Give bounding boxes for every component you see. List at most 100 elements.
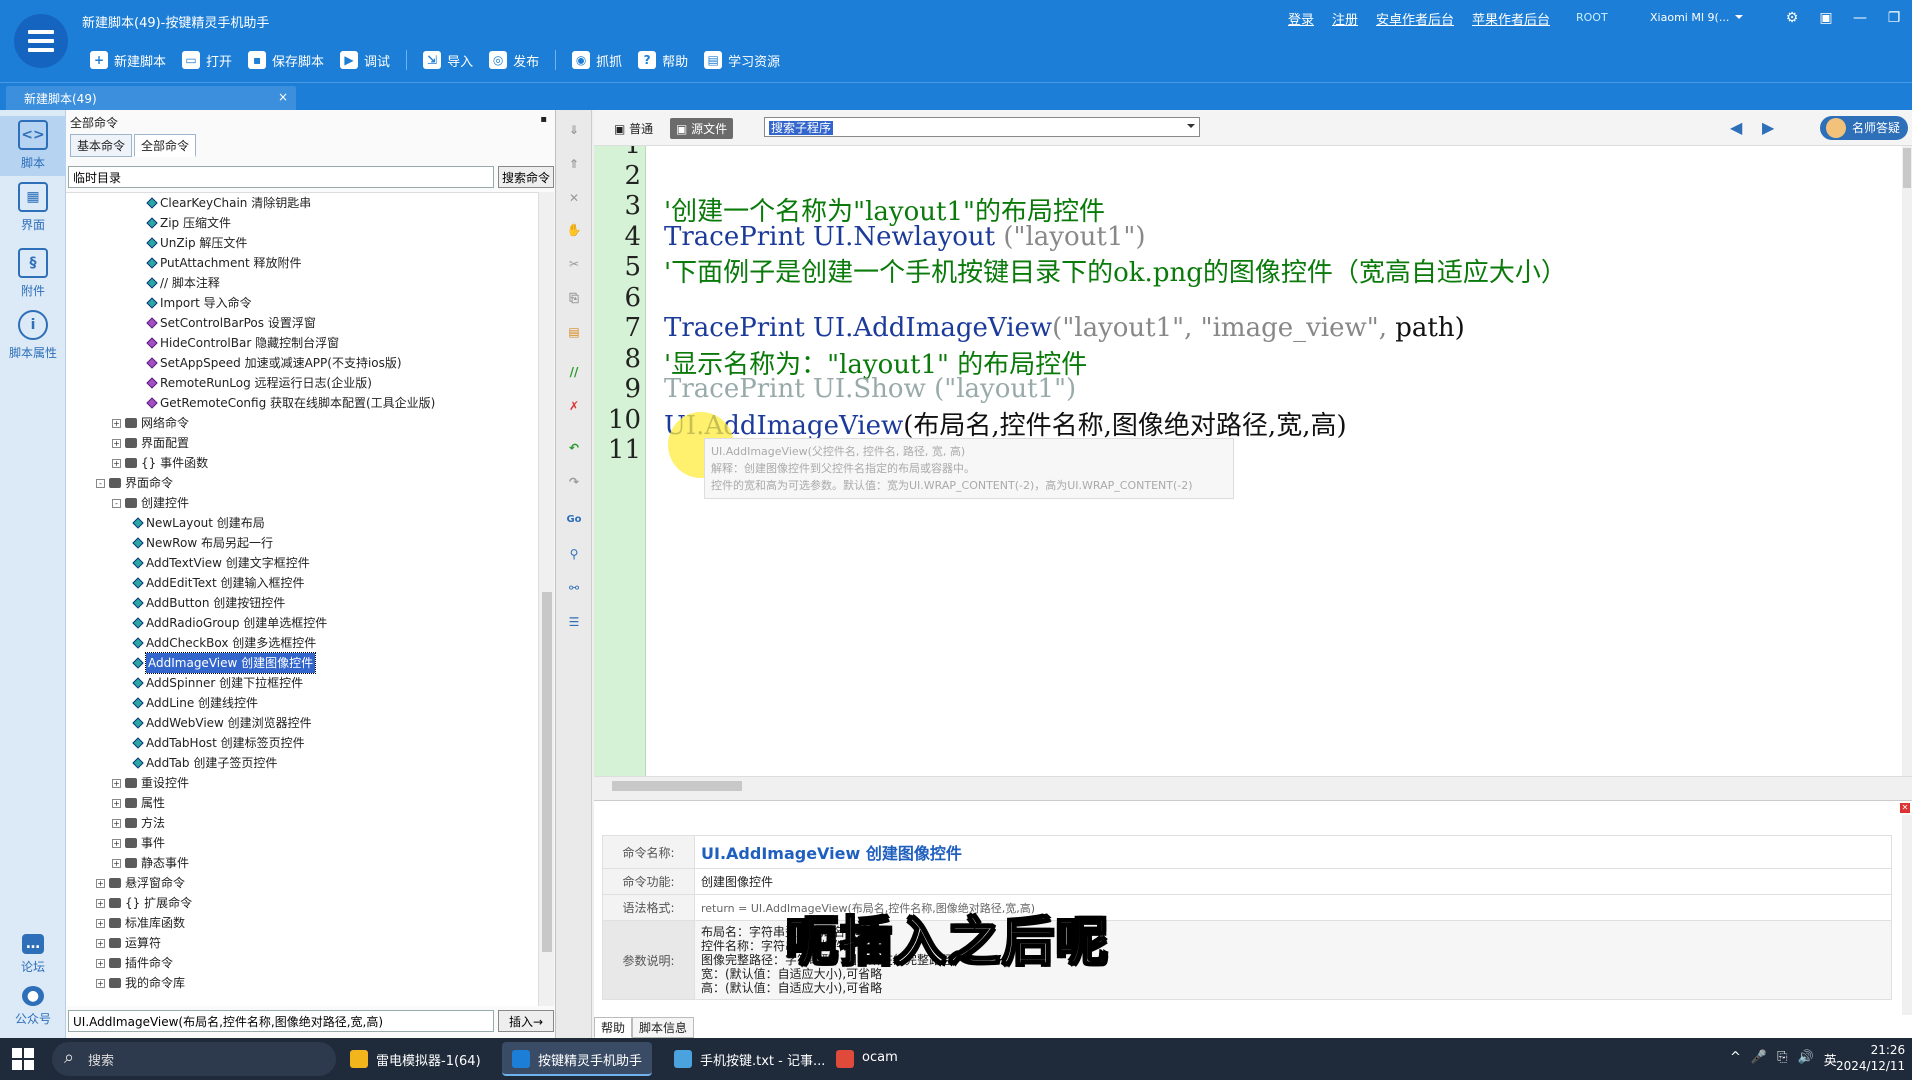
tree-command[interactable]: NewRow 布局另起一行 — [132, 533, 273, 553]
uncomment-icon[interactable]: ✗ — [566, 398, 582, 414]
tab-all-commands[interactable]: 全部命令 — [134, 134, 197, 157]
code-line[interactable]: UI.AddImageView(布局名,控件名称,图像绝对路径,宽,高) — [664, 405, 1347, 442]
device-selector[interactable]: Xiaomi MI 9(... — [1650, 11, 1743, 24]
tree-command[interactable]: AddImageView 创建图像控件 — [132, 652, 317, 674]
tree-command[interactable]: AddCheckBox 创建多选框控件 — [132, 633, 316, 653]
undo-icon[interactable]: ↶ — [566, 440, 582, 456]
comment-icon[interactable]: // — [566, 364, 582, 380]
collapse-icon[interactable]: - — [112, 498, 121, 508]
expand-icon[interactable]: + — [96, 898, 105, 908]
teacher-qa-button[interactable]: 名师答疑 — [1820, 116, 1909, 140]
tree-folder[interactable]: + {} 事件函数 — [112, 453, 208, 473]
tree-command[interactable]: AddTabHost 创建标签页控件 — [132, 733, 305, 753]
list-icon[interactable]: ☰ — [566, 614, 582, 630]
clock[interactable]: 21:26 2024/12/11 — [1836, 1042, 1905, 1074]
editor-horizontal-scrollbar[interactable] — [594, 776, 1912, 794]
settings-icon[interactable]: ⚙ — [1776, 6, 1808, 30]
subroutine-select[interactable]: 搜索子程序 — [764, 117, 1200, 137]
tab-script-info[interactable]: 脚本信息 — [632, 1017, 695, 1038]
delete-icon[interactable]: ✕ — [566, 190, 582, 206]
expand-icon[interactable]: + — [112, 818, 121, 828]
volume-icon[interactable]: 🔊 — [1798, 1050, 1814, 1069]
rail-item-properties[interactable]: i 脚本属性 — [0, 310, 66, 361]
tree-folder[interactable]: + 悬浮窗命令 — [96, 873, 185, 893]
tree-command[interactable]: ClearKeyChain 清除钥匙串 — [146, 193, 311, 213]
code-line[interactable]: '下面例子是创建一个手机按键目录下的ok.png的图像控件（宽高自适应大小） — [664, 252, 1567, 289]
login-link[interactable]: 登录 — [1288, 9, 1314, 28]
expand-icon[interactable]: + — [96, 978, 105, 988]
code-line[interactable]: TracePrint UI.Newlayout ("layout1") — [664, 222, 1145, 252]
tree-command[interactable]: AddWebView 创建浏览器控件 — [132, 713, 312, 733]
paste-icon[interactable]: ▤ — [566, 324, 582, 340]
collapse-icon[interactable]: - — [96, 478, 105, 488]
nav-forward-icon[interactable]: ▶ — [1762, 118, 1774, 137]
toolbar-button-3[interactable]: ▶ 调试 — [340, 50, 390, 70]
tree-folder[interactable]: + 运算符 — [96, 933, 161, 953]
taskbar-app[interactable]: 手机按键.txt - 记事... — [664, 1042, 835, 1076]
expand-icon[interactable]: + — [112, 798, 121, 808]
expand-icon[interactable]: + — [96, 918, 105, 928]
tree-folder[interactable]: + 静态事件 — [112, 853, 189, 873]
command-preview-input[interactable] — [68, 1010, 494, 1032]
ios-author-link[interactable]: 苹果作者后台 — [1472, 9, 1550, 28]
tab-help[interactable]: 帮助 — [594, 1017, 633, 1038]
expand-icon[interactable]: + — [96, 958, 105, 968]
taskbar-app[interactable]: ocam — [826, 1042, 908, 1076]
close-icon[interactable]: ✕ — [1900, 803, 1910, 813]
monitor-icon[interactable]: ▣ — [1810, 6, 1842, 30]
tree-folder[interactable]: - 创建控件 — [112, 493, 189, 513]
scroll-thumb[interactable] — [612, 781, 742, 791]
tree-command[interactable]: AddEditText 创建输入框控件 — [132, 573, 305, 593]
tab-basic-commands[interactable]: 基本命令 — [70, 134, 133, 157]
tree-command[interactable]: Import 导入命令 — [146, 293, 252, 313]
editor-vertical-scrollbar[interactable] — [1902, 146, 1912, 776]
register-link[interactable]: 注册 — [1332, 9, 1358, 28]
tree-folder[interactable]: + 插件命令 — [96, 953, 173, 973]
network-icon[interactable]: ⎘ — [1777, 1050, 1787, 1069]
windows-start-icon[interactable] — [12, 1048, 34, 1070]
tree-folder[interactable]: + 方法 — [112, 813, 165, 833]
android-author-link[interactable]: 安卓作者后台 — [1376, 9, 1454, 28]
rail-item-attachment[interactable]: § 附件 — [0, 248, 66, 299]
microphone-icon[interactable]: 🎤 — [1751, 1050, 1767, 1069]
move-down-icon[interactable]: ⇓ — [566, 122, 582, 138]
toolbar-button-8[interactable]: ▤ 学习资源 — [704, 50, 780, 70]
tree-command[interactable]: SetControlBarPos 设置浮窗 — [146, 313, 316, 333]
code-line[interactable]: TracePrint UI.AddImageView("layout1", "i… — [664, 313, 1465, 343]
search-command-button[interactable]: 搜索命令 — [498, 166, 554, 188]
copy-icon[interactable]: ⎘ — [566, 290, 582, 306]
close-icon[interactable]: × — [278, 90, 288, 104]
tree-folder[interactable]: + 界面配置 — [112, 433, 189, 453]
toolbar-button-7[interactable]: ? 帮助 — [638, 50, 688, 70]
tray-expand-icon[interactable]: ^ — [1730, 1050, 1741, 1069]
tree-folder[interactable]: + 重设控件 — [112, 773, 189, 793]
tree-command[interactable]: AddSpinner 创建下拉框控件 — [132, 673, 303, 693]
hand-icon[interactable]: ✋ — [566, 222, 582, 238]
move-up-icon[interactable]: ⇑ — [566, 156, 582, 172]
rail-item-forum[interactable]: … 论坛 — [0, 934, 66, 975]
tab-normal-view[interactable]: ▣ 普通 — [608, 118, 659, 139]
restore-icon[interactable]: ❐ — [1878, 6, 1910, 30]
tree-command[interactable]: PutAttachment 释放附件 — [146, 253, 302, 273]
taskbar-app[interactable]: 雷电模拟器-1(64) — [340, 1042, 491, 1076]
tree-folder[interactable]: + {} 扩展命令 — [96, 893, 192, 913]
tree-command[interactable]: Zip 压缩文件 — [146, 213, 231, 233]
scroll-thumb[interactable] — [542, 592, 552, 952]
goto-icon[interactable]: Go — [566, 512, 582, 528]
expand-icon[interactable]: + — [112, 778, 121, 788]
tree-command[interactable]: HideControlBar 隐藏控制台浮窗 — [146, 333, 339, 353]
tree-command[interactable]: AddRadioGroup 创建单选框控件 — [132, 613, 327, 633]
insert-button[interactable]: 插入→ — [498, 1010, 554, 1032]
expand-icon[interactable]: + — [112, 838, 121, 848]
code-editor[interactable]: 1234567891011 '创建一个名称为"layout1"的布局控件Trac… — [594, 146, 1912, 776]
tree-scrollbar[interactable] — [538, 192, 554, 1006]
taskbar-app[interactable]: 按键精灵手机助手 — [502, 1042, 653, 1076]
tab-source-view[interactable]: ▣ 源文件 — [670, 118, 734, 139]
tab-script[interactable]: 新建脚本(49) × — [6, 86, 296, 111]
command-search-input[interactable] — [68, 166, 494, 188]
toolbar-button-1[interactable]: ▭ 打开 — [182, 50, 232, 70]
expand-icon[interactable]: + — [112, 458, 121, 468]
nav-back-icon[interactable]: ◀ — [1730, 118, 1742, 137]
tree-folder[interactable]: + 网络命令 — [112, 413, 189, 433]
taskbar-search[interactable]: 搜索 — [52, 1042, 336, 1076]
